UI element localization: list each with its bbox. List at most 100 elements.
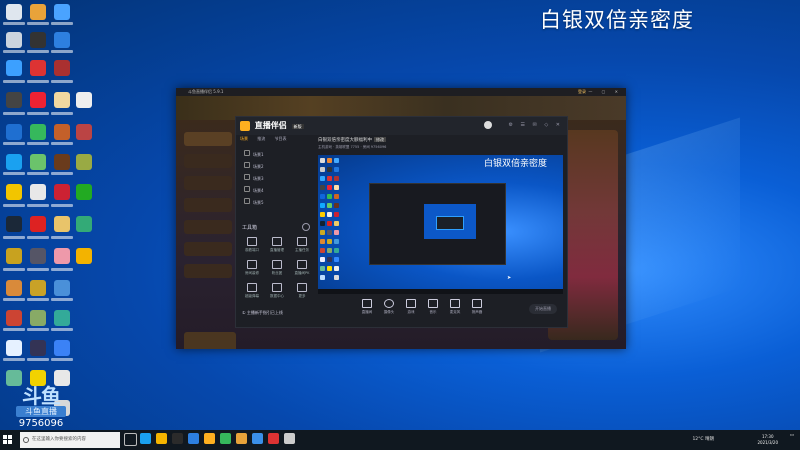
app-icon[interactable] bbox=[54, 124, 70, 140]
scene-item[interactable]: 场景5 bbox=[240, 197, 314, 209]
tab-stream[interactable]: 推流 bbox=[257, 136, 265, 141]
app-icon[interactable] bbox=[6, 124, 22, 140]
folder-icon[interactable] bbox=[76, 248, 92, 264]
app-icon[interactable] bbox=[54, 32, 70, 48]
app-icon[interactable] bbox=[30, 32, 46, 48]
control-game[interactable]: 游戏 bbox=[400, 299, 422, 315]
weather-widget[interactable]: 12°C 晴朗 bbox=[692, 436, 714, 442]
login-link[interactable]: 登录 bbox=[578, 88, 586, 96]
app-icon[interactable] bbox=[30, 92, 46, 108]
app-icon[interactable] bbox=[54, 92, 70, 108]
task-view-icon[interactable] bbox=[124, 433, 137, 446]
promo-banner[interactable] bbox=[184, 332, 236, 349]
toolbox-settings-icon[interactable] bbox=[302, 223, 310, 231]
lobby-card[interactable] bbox=[184, 264, 232, 278]
app-icon[interactable] bbox=[54, 4, 70, 20]
scene-list[interactable]: 场景1 场景2 场景3 场景4 场景5 bbox=[240, 149, 314, 209]
app-icon[interactable] bbox=[172, 433, 183, 444]
folder-icon[interactable] bbox=[30, 4, 46, 20]
taskbar-search-input[interactable]: 在这里输入你要搜索的内容 bbox=[20, 432, 120, 448]
desktop-icon-grid[interactable] bbox=[0, 0, 100, 430]
tool-item[interactable]: 主播任务 bbox=[290, 237, 314, 259]
app-icon[interactable] bbox=[6, 280, 22, 296]
control-mic[interactable]: 麦克风 bbox=[444, 299, 466, 315]
tool-item[interactable]: 直播间PK bbox=[290, 260, 314, 282]
lobby-card[interactable] bbox=[184, 198, 232, 212]
lobby-card[interactable] bbox=[184, 176, 232, 190]
edit-title-button[interactable]: 修改 bbox=[374, 137, 386, 142]
windows-start-icon[interactable] bbox=[3, 435, 13, 445]
edge-browser-icon[interactable] bbox=[140, 433, 151, 444]
app-icon[interactable] bbox=[30, 154, 46, 170]
streaming-studio-panel[interactable]: 直播伴侣 新版 ⚙ ☰ ✉ ◇ ✕ 场景 推流 节目表 场景1 场景2 场景3 … bbox=[235, 116, 568, 328]
tool-item[interactable]: 观看端口 bbox=[240, 237, 264, 259]
tool-item[interactable]: 超级弹幕 bbox=[240, 283, 264, 305]
tool-item[interactable]: 数据中心 bbox=[265, 283, 289, 305]
tool-item[interactable]: 直播管理 bbox=[265, 237, 289, 259]
control-camera[interactable]: 摄像头 bbox=[378, 299, 400, 315]
tab-schedule[interactable]: 节目表 bbox=[275, 136, 287, 141]
control-music[interactable]: 音乐 bbox=[422, 299, 444, 315]
app-icon[interactable] bbox=[54, 340, 70, 356]
app-icon[interactable] bbox=[30, 310, 46, 326]
newbie-guide-link[interactable]: ① 主播新手指引已上线 bbox=[242, 310, 283, 316]
app-icon[interactable] bbox=[6, 310, 22, 326]
app-icon[interactable] bbox=[268, 433, 279, 444]
lobby-card[interactable] bbox=[184, 220, 232, 234]
app-icon[interactable] bbox=[76, 154, 92, 170]
wechat-icon[interactable] bbox=[220, 433, 231, 444]
app-icon[interactable] bbox=[252, 433, 263, 444]
window-controls[interactable]: — ▢ ✕ bbox=[588, 88, 622, 96]
edge-browser-icon[interactable] bbox=[6, 154, 22, 170]
control-room[interactable]: 直播间 bbox=[356, 299, 378, 315]
app-icon[interactable] bbox=[30, 216, 46, 232]
windows-taskbar[interactable]: 在这里输入你要搜索的内容 12°C 晴朗 17:30 2021/3/20 ▭ bbox=[0, 430, 800, 450]
app-titlebar[interactable]: 斗鱼直播伴侣 5.9.1 登录 — ▢ ✕ bbox=[176, 88, 626, 96]
scene-item[interactable]: 场景1 bbox=[240, 149, 314, 161]
tab-scenes[interactable]: 场景 bbox=[240, 136, 248, 141]
app-icon[interactable] bbox=[6, 248, 22, 264]
notification-icon[interactable]: ▭ bbox=[790, 433, 794, 438]
app-icon[interactable] bbox=[76, 216, 92, 232]
app-icon[interactable] bbox=[54, 154, 70, 170]
app-icon[interactable] bbox=[54, 280, 70, 296]
douyu-companion-taskbar-icon[interactable] bbox=[204, 433, 215, 444]
scene-item[interactable]: 场景3 bbox=[240, 173, 314, 185]
app-icon[interactable] bbox=[6, 92, 22, 108]
app-icon[interactable] bbox=[236, 433, 247, 444]
app-icon[interactable] bbox=[188, 433, 199, 444]
document-icon[interactable] bbox=[30, 184, 46, 200]
tool-item[interactable]: 房间装修 bbox=[240, 260, 264, 282]
app-icon[interactable] bbox=[30, 60, 46, 76]
file-explorer-icon[interactable] bbox=[156, 433, 167, 444]
studio-toolbar-icons[interactable]: ⚙ ☰ ✉ ◇ ✕ bbox=[508, 122, 563, 128]
app-icon[interactable] bbox=[54, 60, 70, 76]
app-icon[interactable] bbox=[76, 184, 92, 200]
tool-item[interactable]: 更多 bbox=[290, 283, 314, 305]
recycle-bin-icon[interactable] bbox=[6, 4, 22, 20]
system-clock[interactable]: 17:30 2021/3/20 bbox=[757, 434, 778, 446]
app-icon[interactable] bbox=[6, 60, 22, 76]
live-preview[interactable]: 白银双倍亲密度 ➤ bbox=[318, 155, 563, 294]
app-icon[interactable] bbox=[30, 340, 46, 356]
start-live-button[interactable]: 开始直播 bbox=[529, 304, 557, 314]
scene-tabs[interactable]: 场景 推流 节目表 bbox=[240, 136, 314, 146]
lobby-card[interactable] bbox=[184, 132, 232, 146]
app-icon[interactable] bbox=[54, 248, 70, 264]
app-icon[interactable] bbox=[54, 310, 70, 326]
source-controls[interactable]: 直播间 摄像头 游戏 音乐 麦克风 扬声器 开始直播 bbox=[318, 297, 563, 323]
app-icon[interactable] bbox=[54, 216, 70, 232]
user-avatar[interactable] bbox=[484, 121, 492, 129]
scene-item[interactable]: 场景2 bbox=[240, 161, 314, 173]
app-icon[interactable] bbox=[54, 184, 70, 200]
tool-item[interactable]: 粉丝团 bbox=[265, 260, 289, 282]
app-icon[interactable] bbox=[284, 433, 295, 444]
app-icon[interactable] bbox=[30, 280, 46, 296]
lobby-card[interactable] bbox=[184, 154, 232, 168]
steam-icon[interactable] bbox=[6, 216, 22, 232]
document-icon[interactable] bbox=[76, 92, 92, 108]
app-icon[interactable] bbox=[6, 340, 22, 356]
scene-item[interactable]: 场景4 bbox=[240, 185, 314, 197]
control-speaker[interactable]: 扬声器 bbox=[466, 299, 488, 315]
app-icon[interactable] bbox=[76, 124, 92, 140]
